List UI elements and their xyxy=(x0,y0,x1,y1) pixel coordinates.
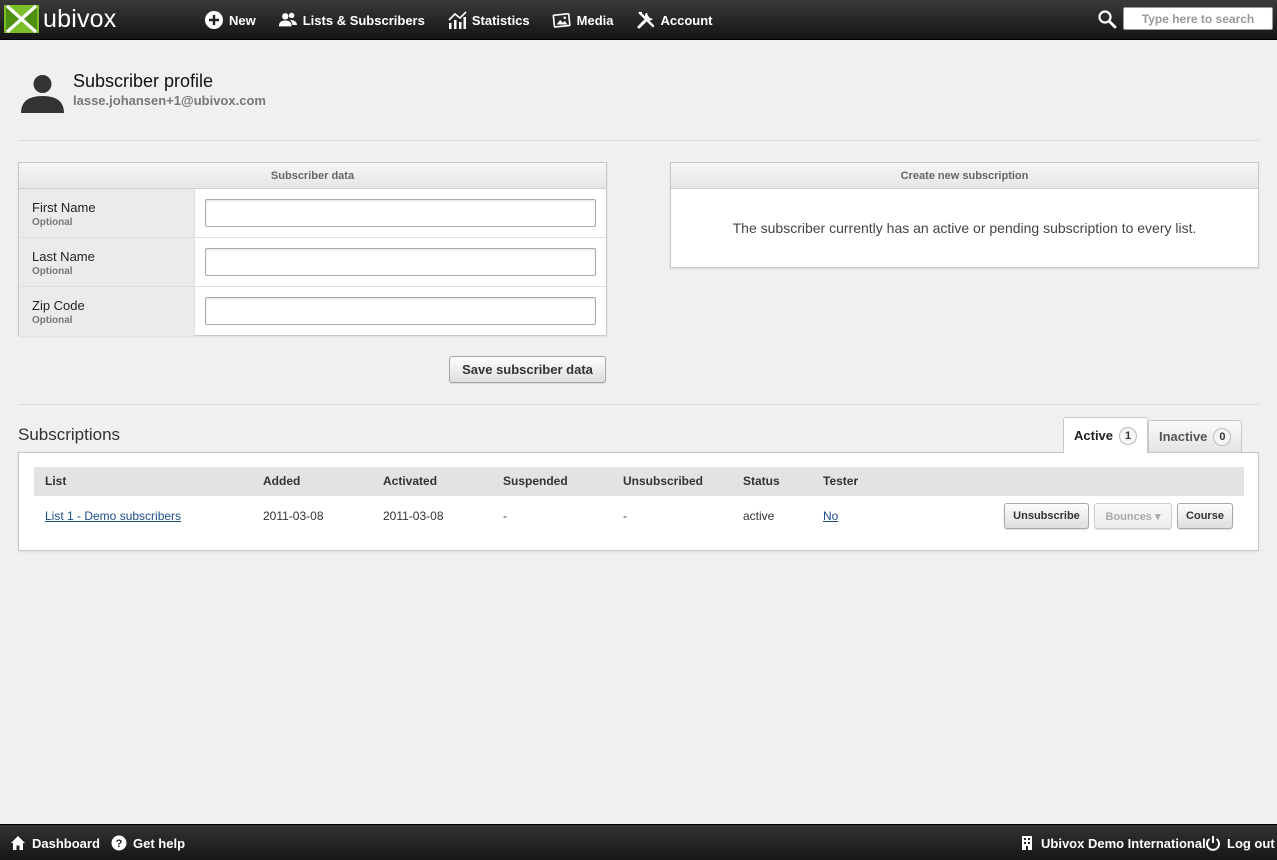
main-menu: New Lists & Subscribers Statistics Media… xyxy=(204,0,735,40)
column-list[interactable]: List xyxy=(45,467,66,496)
field-row-first-name: First Name Optional xyxy=(19,189,606,238)
search-area xyxy=(1097,7,1273,30)
top-navigation-bar: ubivox New Lists & Subscribers Statistic… xyxy=(0,0,1277,40)
zip-code-input[interactable] xyxy=(205,297,596,325)
nav-statistics[interactable]: Statistics xyxy=(447,0,530,40)
table-row: List 1 - Demo subscribers 2011-03-08 201… xyxy=(34,502,1244,531)
cell-unsubscribed: - xyxy=(623,509,627,523)
footer-help-label: Get help xyxy=(133,835,186,851)
column-status[interactable]: Status xyxy=(743,467,780,496)
search-input[interactable] xyxy=(1123,7,1273,30)
footer-logout-link[interactable]: Log out xyxy=(1205,825,1275,860)
subscription-notice: The subscriber currently has an active o… xyxy=(732,220,1197,236)
divider xyxy=(18,140,1259,141)
ubivox-logo-mark-icon xyxy=(4,5,39,33)
last-name-hint: Optional xyxy=(32,266,73,277)
subscriber-data-heading: Subscriber data xyxy=(19,163,606,189)
subscriber-data-panel: Subscriber data First Name Optional Last… xyxy=(18,162,607,336)
nav-lists-subscribers[interactable]: Lists & Subscribers xyxy=(278,0,425,40)
cell-suspended: - xyxy=(503,509,507,523)
footer-dashboard-link[interactable]: Dashboard xyxy=(10,825,100,860)
table-header: List Added Activated Suspended Unsubscri… xyxy=(34,467,1244,496)
tab-inactive[interactable]: Inactive 0 xyxy=(1148,420,1243,452)
column-suspended[interactable]: Suspended xyxy=(503,467,568,496)
list-link[interactable]: List 1 - Demo subscribers xyxy=(45,509,181,523)
tab-active-label: Active xyxy=(1074,428,1114,443)
nav-new-label: New xyxy=(229,12,256,28)
subscriber-email: lasse.johansen+1@ubivox.com xyxy=(73,93,266,108)
course-button[interactable]: Course xyxy=(1177,503,1233,529)
power-icon xyxy=(1206,836,1220,851)
nav-statistics-label: Statistics xyxy=(471,12,530,28)
help-icon: ? xyxy=(111,835,127,851)
tab-active[interactable]: Active 1 xyxy=(1063,417,1149,453)
field-row-last-name: Last Name Optional xyxy=(19,238,606,287)
nav-media-label: Media xyxy=(576,12,614,28)
create-subscription-heading: Create new subscription xyxy=(671,163,1258,189)
bounces-dropdown-button[interactable]: Bounces ▾ xyxy=(1094,503,1172,529)
nav-media[interactable]: Media xyxy=(552,0,614,40)
footer-help-link[interactable]: ? Get help xyxy=(111,825,185,860)
zip-code-hint: Optional xyxy=(32,315,73,326)
column-unsubscribed[interactable]: Unsubscribed xyxy=(623,467,703,496)
create-subscription-panel: Create new subscription The subscriber c… xyxy=(670,162,1259,268)
cell-status: active xyxy=(743,509,775,523)
footer-dashboard-label: Dashboard xyxy=(32,835,100,851)
tab-inactive-label: Inactive xyxy=(1159,429,1208,444)
chart-icon xyxy=(448,11,467,29)
page-title: Subscriber profile xyxy=(73,71,214,91)
tab-inactive-count: 0 xyxy=(1213,427,1232,446)
search-icon[interactable] xyxy=(1097,9,1117,29)
tester-link[interactable]: No xyxy=(823,509,838,523)
nav-new[interactable]: New xyxy=(204,0,256,40)
cell-added: 2011-03-08 xyxy=(263,509,324,523)
footer-bar: Dashboard ? Get help Ubivox Demo Interna… xyxy=(0,824,1277,860)
building-icon xyxy=(1022,836,1032,850)
footer-organization[interactable]: Ubivox Demo International xyxy=(1019,825,1206,860)
nav-account[interactable]: Account xyxy=(636,0,713,40)
ubivox-logo[interactable]: ubivox xyxy=(4,4,116,34)
first-name-label: First Name xyxy=(32,200,96,215)
zip-code-label: Zip Code xyxy=(32,298,85,313)
footer-organization-label: Ubivox Demo International xyxy=(1041,835,1206,851)
subscriptions-title: Subscriptions xyxy=(18,425,121,444)
subscriber-profile-header: Subscriber profile lasse.johansen+1@ubiv… xyxy=(20,70,266,114)
column-tester[interactable]: Tester xyxy=(823,467,858,496)
users-icon xyxy=(278,12,297,27)
tools-icon xyxy=(637,11,654,29)
unsubscribe-button[interactable]: Unsubscribe xyxy=(1004,503,1089,529)
first-name-hint: Optional xyxy=(32,217,73,228)
avatar-icon xyxy=(21,75,64,113)
first-name-input[interactable] xyxy=(205,199,596,227)
brand-name: ubivox xyxy=(43,5,117,33)
divider xyxy=(18,404,1259,405)
nav-account-label: Account xyxy=(660,12,713,28)
last-name-label: Last Name xyxy=(32,249,95,264)
last-name-input[interactable] xyxy=(205,248,596,276)
column-activated[interactable]: Activated xyxy=(383,467,437,496)
footer-logout-label: Log out xyxy=(1227,835,1275,851)
save-subscriber-data-button[interactable]: Save subscriber data xyxy=(449,356,606,383)
tab-active-count: 1 xyxy=(1119,426,1138,445)
field-row-zip-code: Zip Code Optional xyxy=(19,287,606,336)
image-icon xyxy=(552,12,571,28)
subscriptions-panel: List Added Activated Suspended Unsubscri… xyxy=(18,452,1259,551)
cell-activated: 2011-03-08 xyxy=(383,509,444,523)
svg-text:?: ? xyxy=(116,838,123,850)
column-added[interactable]: Added xyxy=(263,467,300,496)
plus-circle-icon xyxy=(205,11,223,29)
nav-lists-label: Lists & Subscribers xyxy=(302,12,425,28)
home-icon xyxy=(11,836,25,850)
